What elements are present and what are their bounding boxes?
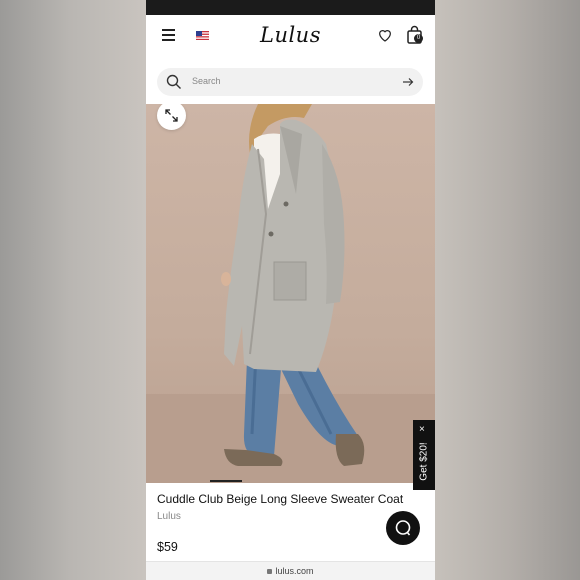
browser-url: lulus.com xyxy=(275,566,314,576)
arrow-right-icon[interactable] xyxy=(402,76,414,88)
search-placeholder: Search xyxy=(192,76,221,86)
model-illustration xyxy=(146,104,435,483)
browser-url-bar[interactable]: lulus.com xyxy=(146,561,435,580)
product-image[interactable] xyxy=(146,104,435,483)
status-bar xyxy=(146,0,435,15)
chat-bubble-icon xyxy=(395,520,411,536)
product-brand[interactable]: Lulus xyxy=(157,511,181,522)
phone-screen: Lulus 0 Search × Get $20! Cuddle Club Be… xyxy=(146,0,435,580)
chat-button[interactable] xyxy=(386,511,420,545)
lock-icon xyxy=(267,569,273,574)
close-icon[interactable]: × xyxy=(419,425,425,435)
gallery-active-indicator xyxy=(210,480,242,482)
search-icon xyxy=(166,74,181,89)
gallery-pagination xyxy=(146,480,435,483)
promo-tab[interactable]: × Get $20! xyxy=(413,420,435,490)
site-header: Lulus 0 xyxy=(146,15,435,59)
product-title: Cuddle Club Beige Long Sleeve Sweater Co… xyxy=(157,492,404,506)
search-input[interactable]: Search xyxy=(157,68,423,96)
expand-icon xyxy=(165,109,178,122)
product-price: $59 xyxy=(157,540,178,554)
bag-count-badge: 0 xyxy=(414,34,423,43)
heart-icon[interactable] xyxy=(377,27,393,43)
promo-label[interactable]: Get $20! xyxy=(419,437,430,487)
